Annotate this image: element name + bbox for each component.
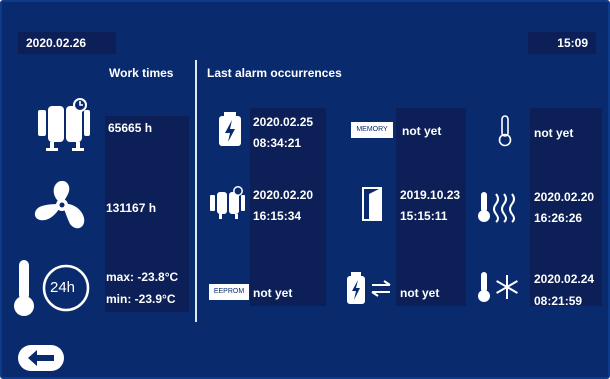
sensor-thermometer-icon	[498, 115, 512, 147]
eeprom-alarm-value: not yet	[253, 286, 293, 300]
door-alarm-icon	[362, 187, 382, 221]
back-button[interactable]	[18, 345, 64, 371]
temp-min: min: -23.9°C	[106, 292, 176, 306]
work-times-header: Work times	[109, 66, 174, 80]
high-temp-alarm-date: 2020.02.20	[534, 190, 595, 204]
date-display: 2020.02.26	[18, 32, 116, 54]
high-temp-alarm-icon	[478, 192, 515, 223]
low-temp-alarm-icon	[478, 272, 518, 302]
compressor-icon	[38, 98, 90, 151]
compressor-alarm-icon	[210, 186, 245, 219]
low-temp-alarm-time: 08:21:59	[534, 294, 583, 308]
compressor-alarm-date: 2020.02.20	[253, 188, 314, 202]
eeprom-icon: EEPROM	[209, 284, 249, 300]
door-alarm-date: 2019.10.23	[400, 188, 461, 202]
eeprom-icon-label: EEPROM	[213, 288, 245, 295]
power-comm-alarm-value: not yet	[400, 286, 440, 300]
power-alarm-time: 08:34:21	[253, 136, 302, 150]
fan-hours: 131167 h	[106, 201, 157, 215]
sensor-alarm-value: not yet	[534, 126, 574, 140]
thermometer-icon	[14, 260, 34, 316]
power-alarm-date: 2020.02.25	[253, 115, 314, 129]
temp-max: max: -23.8°C	[106, 270, 179, 284]
memory-icon: MEMORY	[351, 122, 393, 138]
low-temp-alarm-date: 2020.02.24	[534, 272, 595, 286]
memory-alarm-value: not yet	[402, 124, 442, 138]
time-display: 15:09	[528, 32, 596, 54]
section-divider	[195, 60, 197, 322]
date-text: 2020.02.26	[26, 36, 87, 50]
screen: 2020.02.26 15:09 Work times Last alarm o…	[0, 0, 610, 379]
fan-icon	[34, 180, 85, 229]
high-temp-alarm-time: 16:26:26	[534, 211, 583, 225]
memory-icon-label: MEMORY	[356, 126, 388, 133]
alarm-header: Last alarm occurrences	[207, 66, 342, 80]
power-alarm-icon	[219, 112, 241, 146]
compressor-alarm-time: 16:15:34	[253, 209, 302, 223]
back-arrow-icon	[28, 350, 54, 366]
compressor-hours: 65665 h	[108, 121, 153, 135]
time-text: 15:09	[557, 36, 588, 50]
period-label: 24h	[50, 279, 76, 296]
power-comm-alarm-icon	[347, 272, 391, 304]
door-alarm-time: 15:15:11	[400, 209, 448, 223]
